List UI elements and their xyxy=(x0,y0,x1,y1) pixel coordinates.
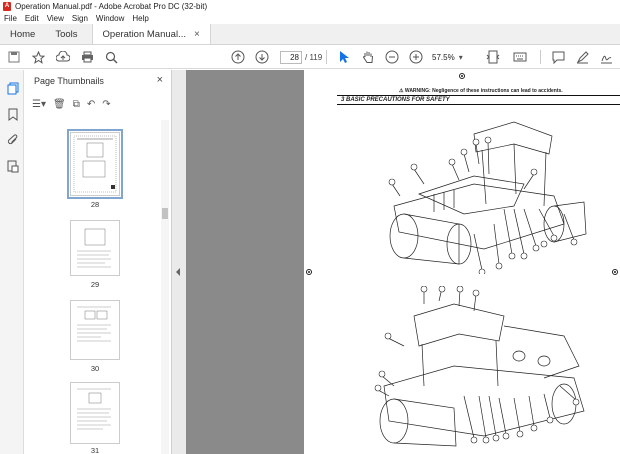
toolbar: 28 / 119 57.5% ▾ xyxy=(0,45,620,69)
document-page: ⚠ WARNING: Negligence of these instructi… xyxy=(304,70,620,454)
bookmark-icon[interactable] xyxy=(6,108,19,121)
registration-mark-icon xyxy=(612,269,618,275)
thumbnail-page-31[interactable] xyxy=(70,382,120,444)
highlight-icon[interactable] xyxy=(574,49,590,65)
close-tab-icon[interactable]: × xyxy=(194,29,200,40)
hand-icon[interactable] xyxy=(360,49,376,65)
rotate-right-icon[interactable]: ↷ xyxy=(102,99,110,110)
thumbnail-page-30[interactable] xyxy=(70,300,120,360)
left-rail xyxy=(0,70,24,454)
star-icon[interactable] xyxy=(30,49,46,65)
thumbnail-label: 29 xyxy=(90,280,100,289)
tab-document[interactable]: Operation Manual... × xyxy=(91,24,211,44)
document-canvas[interactable]: ⚠ WARNING: Negligence of these instructi… xyxy=(186,70,620,454)
tab-home-label: Home xyxy=(10,28,36,40)
sign-icon[interactable] xyxy=(598,49,614,65)
pdf-icon: A xyxy=(3,1,11,11)
tab-tools[interactable]: Tools xyxy=(45,24,87,44)
save-icon[interactable] xyxy=(6,49,22,65)
roller-illustration-1 xyxy=(388,121,587,274)
select-cursor-icon[interactable] xyxy=(336,49,352,65)
tab-bar: Home Tools Operation Manual... × xyxy=(0,24,620,45)
extract-pages-icon[interactable]: ⧉ xyxy=(73,99,80,110)
page-down-icon[interactable] xyxy=(254,49,270,65)
menu-bar: File Edit View Sign Window Help xyxy=(0,12,620,24)
window-title: Operation Manual.pdf - Adobe Acrobat Pro… xyxy=(15,1,208,11)
zoom-out-icon[interactable] xyxy=(384,49,400,65)
tab-tools-label: Tools xyxy=(55,28,78,40)
tab-home[interactable]: Home xyxy=(0,24,45,44)
title-bar: A Operation Manual.pdf - Adobe Acrobat P… xyxy=(0,0,620,12)
panel-tools: ☰▾ 🗑 ⧉ ↶ ↷ xyxy=(32,97,118,111)
zoom-in-icon[interactable] xyxy=(408,49,424,65)
comment-icon[interactable] xyxy=(550,49,566,65)
section-heading: 3 BASIC PRECAUTIONS FOR SAFETY xyxy=(337,95,620,105)
thumbnail-label: 30 xyxy=(90,364,100,373)
options-menu-icon[interactable]: ☰▾ xyxy=(32,99,46,110)
thumbnails-scrollbar[interactable] xyxy=(161,120,169,454)
cloud-upload-icon[interactable] xyxy=(55,49,71,65)
toolbar-divider xyxy=(540,50,541,64)
delete-icon[interactable]: 🗑 xyxy=(53,99,66,110)
warning-text: ⚠ WARNING: Negligence of these instructi… xyxy=(399,88,563,94)
menu-file[interactable]: File xyxy=(4,14,17,23)
panel-collapse-strip[interactable] xyxy=(172,70,186,454)
fit-page-icon[interactable] xyxy=(485,49,501,65)
thumbnail-list: 28 29 30 31 xyxy=(24,120,170,454)
print-icon[interactable] xyxy=(79,49,95,65)
menu-view[interactable]: View xyxy=(47,14,64,23)
keyboard-icon[interactable] xyxy=(512,49,528,65)
thumbnail-page-29[interactable] xyxy=(70,220,120,276)
registration-mark-icon xyxy=(306,269,312,275)
collapse-arrow-icon[interactable] xyxy=(176,268,180,276)
page-thumbnails-icon[interactable] xyxy=(6,82,19,95)
search-icon[interactable] xyxy=(103,49,119,65)
page-number-input[interactable]: 28 xyxy=(280,51,302,64)
toolbar-divider xyxy=(326,50,327,64)
scrollbar-thumb[interactable] xyxy=(162,208,168,219)
panel-title: Page Thumbnails xyxy=(34,76,104,86)
menu-edit[interactable]: Edit xyxy=(25,14,39,23)
zoom-value: 57.5% xyxy=(432,53,455,62)
layers-icon[interactable] xyxy=(6,160,19,173)
thumbnail-page-28[interactable] xyxy=(67,129,123,199)
menu-sign[interactable]: Sign xyxy=(72,14,88,23)
close-panel-icon[interactable]: × xyxy=(157,74,163,86)
attachment-icon[interactable] xyxy=(6,134,19,147)
chevron-down-icon: ▾ xyxy=(458,53,463,62)
registration-mark-icon xyxy=(459,73,465,79)
thumbnails-panel: Page Thumbnails × ☰▾ 🗑 ⧉ ↶ ↷ 28 29 30 31 xyxy=(24,70,172,454)
page-total: / 119 xyxy=(305,53,323,62)
menu-window[interactable]: Window xyxy=(96,14,124,23)
thumbnail-label: 28 xyxy=(90,200,100,209)
page-up-icon[interactable] xyxy=(230,49,246,65)
tab-document-label: Operation Manual... xyxy=(102,28,186,40)
menu-help[interactable]: Help xyxy=(132,14,148,23)
rotate-left-icon[interactable]: ↶ xyxy=(87,99,95,110)
zoom-select[interactable]: 57.5% ▾ xyxy=(432,51,472,64)
roller-illustration-2 xyxy=(374,286,585,447)
thumbnail-label: 31 xyxy=(90,446,100,454)
